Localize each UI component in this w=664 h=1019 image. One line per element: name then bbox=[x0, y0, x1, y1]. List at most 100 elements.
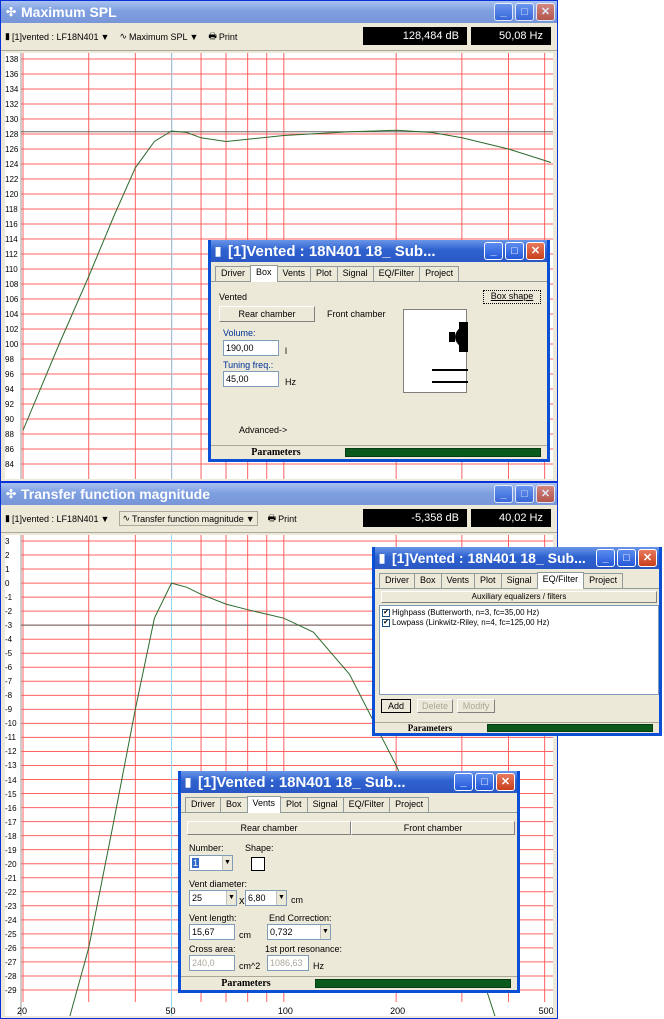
progress-bar bbox=[487, 724, 653, 732]
chevron-down-icon[interactable]: ▼ bbox=[320, 925, 330, 939]
close-button[interactable]: ✕ bbox=[496, 773, 515, 791]
vent-length-field[interactable]: 15,67 bbox=[189, 924, 235, 940]
print-button[interactable]: 🖶 Print bbox=[268, 511, 297, 527]
delete-filter-button[interactable]: Delete bbox=[417, 699, 453, 713]
close-button[interactable]: ✕ bbox=[536, 3, 555, 21]
end-correction-dropdown[interactable]: 0,732 ▼ bbox=[267, 924, 331, 940]
minimize-button[interactable]: _ bbox=[494, 485, 513, 503]
maximize-button[interactable]: □ bbox=[475, 773, 494, 791]
box-preview bbox=[403, 309, 468, 393]
times-sign: x bbox=[239, 895, 245, 907]
box-dialog-tabs: Driver Box Vents Plot Signal EQ/Filter Project bbox=[211, 262, 547, 282]
cross-area-field: 240,0 bbox=[189, 955, 235, 971]
close-button[interactable]: ✕ bbox=[638, 549, 657, 567]
app-icon: ▮ bbox=[378, 551, 386, 565]
tab-vents[interactable]: Vents bbox=[440, 573, 476, 588]
minimize-button[interactable]: _ bbox=[596, 549, 615, 567]
x-tick-label: 20 bbox=[17, 1006, 28, 1016]
tab-driver[interactable]: Driver bbox=[379, 573, 415, 588]
volume-label: Volume: bbox=[223, 328, 256, 338]
tab-plot[interactable]: Plot bbox=[310, 266, 338, 281]
tab-project[interactable]: Project bbox=[419, 266, 460, 281]
x-tick-label: 500 bbox=[538, 1006, 553, 1016]
volume-field[interactable]: 190,00 bbox=[223, 340, 279, 356]
front-chamber-button[interactable]: Front chamber bbox=[351, 821, 515, 835]
graph-selector[interactable]: ∿ Transfer function magnitude ▼ bbox=[119, 511, 258, 526]
vent-diameter-unit: cm bbox=[291, 895, 303, 905]
tab-signal[interactable]: Signal bbox=[500, 573, 538, 588]
vent-diameter-2[interactable]: 6,80 ▼ bbox=[245, 890, 287, 906]
x-tick-label: 50 bbox=[165, 1006, 176, 1016]
box-dialog-statusbar: Parameters bbox=[211, 445, 547, 459]
front-chamber-button[interactable]: Front chamber bbox=[327, 309, 386, 319]
box-dialog-titlebar[interactable]: ▮ [1]Vented : 18N401 18_ Sub... _ □ ✕ bbox=[211, 240, 547, 262]
minimize-button[interactable]: _ bbox=[484, 242, 503, 260]
rear-chamber-button[interactable]: Rear chamber bbox=[219, 306, 315, 322]
rear-chamber-button[interactable]: Rear chamber bbox=[187, 821, 351, 835]
tab-eqfilter[interactable]: EQ/Filter bbox=[342, 797, 391, 812]
tab-signal[interactable]: Signal bbox=[306, 797, 344, 812]
chevron-down-icon: ▼ bbox=[245, 513, 255, 524]
tab-box[interactable]: Box bbox=[250, 265, 278, 282]
tab-eqfilter[interactable]: EQ/Filter bbox=[536, 572, 585, 589]
close-button[interactable]: ✕ bbox=[536, 485, 555, 503]
tab-vents[interactable]: Vents bbox=[246, 796, 282, 813]
tab-project[interactable]: Project bbox=[389, 797, 430, 812]
number-dropdown[interactable]: 1 ▼ bbox=[189, 855, 233, 871]
volume-unit: l bbox=[285, 346, 287, 356]
tab-plot[interactable]: Plot bbox=[474, 573, 502, 588]
shape-selector[interactable] bbox=[251, 857, 265, 871]
filter-list[interactable]: ✔ Highpass (Butterworth, n=3, fc=35,00 Hz… bbox=[379, 605, 659, 695]
chevron-down-icon[interactable]: ▼ bbox=[276, 891, 286, 905]
checkbox-checked-icon[interactable]: ✔ bbox=[382, 608, 390, 617]
chevron-down-icon[interactable]: ▼ bbox=[226, 891, 236, 905]
chevron-down-icon[interactable]: ▼ bbox=[222, 856, 232, 870]
maximize-button[interactable]: □ bbox=[515, 3, 534, 21]
tab-project[interactable]: Project bbox=[583, 573, 624, 588]
tab-signal[interactable]: Signal bbox=[336, 266, 374, 281]
graph-icon: ∿ bbox=[119, 31, 127, 41]
tab-eqfilter[interactable]: EQ/Filter bbox=[372, 266, 421, 281]
progress-bar bbox=[315, 979, 511, 988]
tuning-freq-label: Tuning freq.: bbox=[223, 360, 274, 370]
checkbox-checked-icon[interactable]: ✔ bbox=[382, 618, 390, 627]
move-icon: ✣ bbox=[5, 487, 17, 501]
source-selector[interactable]: ▮ [1]vented : LF18N401 ▼ bbox=[5, 513, 109, 524]
tuning-freq-unit: Hz bbox=[285, 377, 296, 387]
readout-level: -5,358 dB bbox=[363, 509, 467, 527]
progress-bar bbox=[345, 448, 541, 457]
x-tick-label: 200 bbox=[390, 1006, 406, 1016]
close-button[interactable]: ✕ bbox=[526, 242, 545, 260]
transfer-titlebar[interactable]: ✣ Transfer function magnitude _ □ ✕ bbox=[1, 483, 557, 505]
eq-dialog-titlebar[interactable]: ▮ [1]Vented : 18N401 18_ Sub... _ □ ✕ bbox=[375, 547, 659, 569]
minimize-button[interactable]: _ bbox=[494, 3, 513, 21]
maximize-button[interactable]: □ bbox=[617, 549, 636, 567]
advanced-link[interactable]: Advanced-> bbox=[239, 425, 287, 435]
tab-driver[interactable]: Driver bbox=[215, 266, 251, 281]
vent-diameter-1[interactable]: 25 ▼ bbox=[189, 890, 237, 906]
tab-driver[interactable]: Driver bbox=[185, 797, 221, 812]
chevron-down-icon: ▼ bbox=[189, 31, 199, 42]
add-filter-button[interactable]: Add bbox=[381, 699, 411, 713]
speaker-icon: ▮ bbox=[5, 31, 10, 41]
print-button[interactable]: 🖶 Print bbox=[208, 29, 237, 45]
filter-item[interactable]: ✔ Lowpass (Linkwitz-Riley, n=4, fc=125,00… bbox=[382, 618, 656, 627]
tab-box[interactable]: Box bbox=[220, 797, 248, 812]
box-shape-button[interactable]: Box shape bbox=[483, 290, 541, 304]
minimize-button[interactable]: _ bbox=[454, 773, 473, 791]
tab-plot[interactable]: Plot bbox=[280, 797, 308, 812]
tab-vents[interactable]: Vents bbox=[276, 266, 312, 281]
maximize-button[interactable]: □ bbox=[515, 485, 534, 503]
max-spl-titlebar[interactable]: ✣ Maximum SPL _ □ ✕ bbox=[1, 1, 557, 23]
modify-filter-button[interactable]: Modify bbox=[457, 699, 495, 713]
filter-item[interactable]: ✔ Highpass (Butterworth, n=3, fc=35,00 Hz… bbox=[382, 608, 656, 617]
printer-icon: 🖶 bbox=[267, 512, 277, 523]
move-icon: ✣ bbox=[5, 5, 17, 19]
chevron-down-icon: ▼ bbox=[100, 513, 110, 524]
graph-selector[interactable]: ∿ Maximum SPL ▼ bbox=[119, 31, 198, 42]
maximize-button[interactable]: □ bbox=[505, 242, 524, 260]
source-selector[interactable]: ▮ [1]vented : LF18N401 ▼ bbox=[5, 31, 109, 42]
tab-box[interactable]: Box bbox=[414, 573, 442, 588]
tuning-freq-field[interactable]: 45,00 bbox=[223, 371, 279, 387]
vents-dialog-titlebar[interactable]: ▮ [1]Vented : 18N401 18_ Sub... _ □ ✕ bbox=[181, 771, 517, 793]
